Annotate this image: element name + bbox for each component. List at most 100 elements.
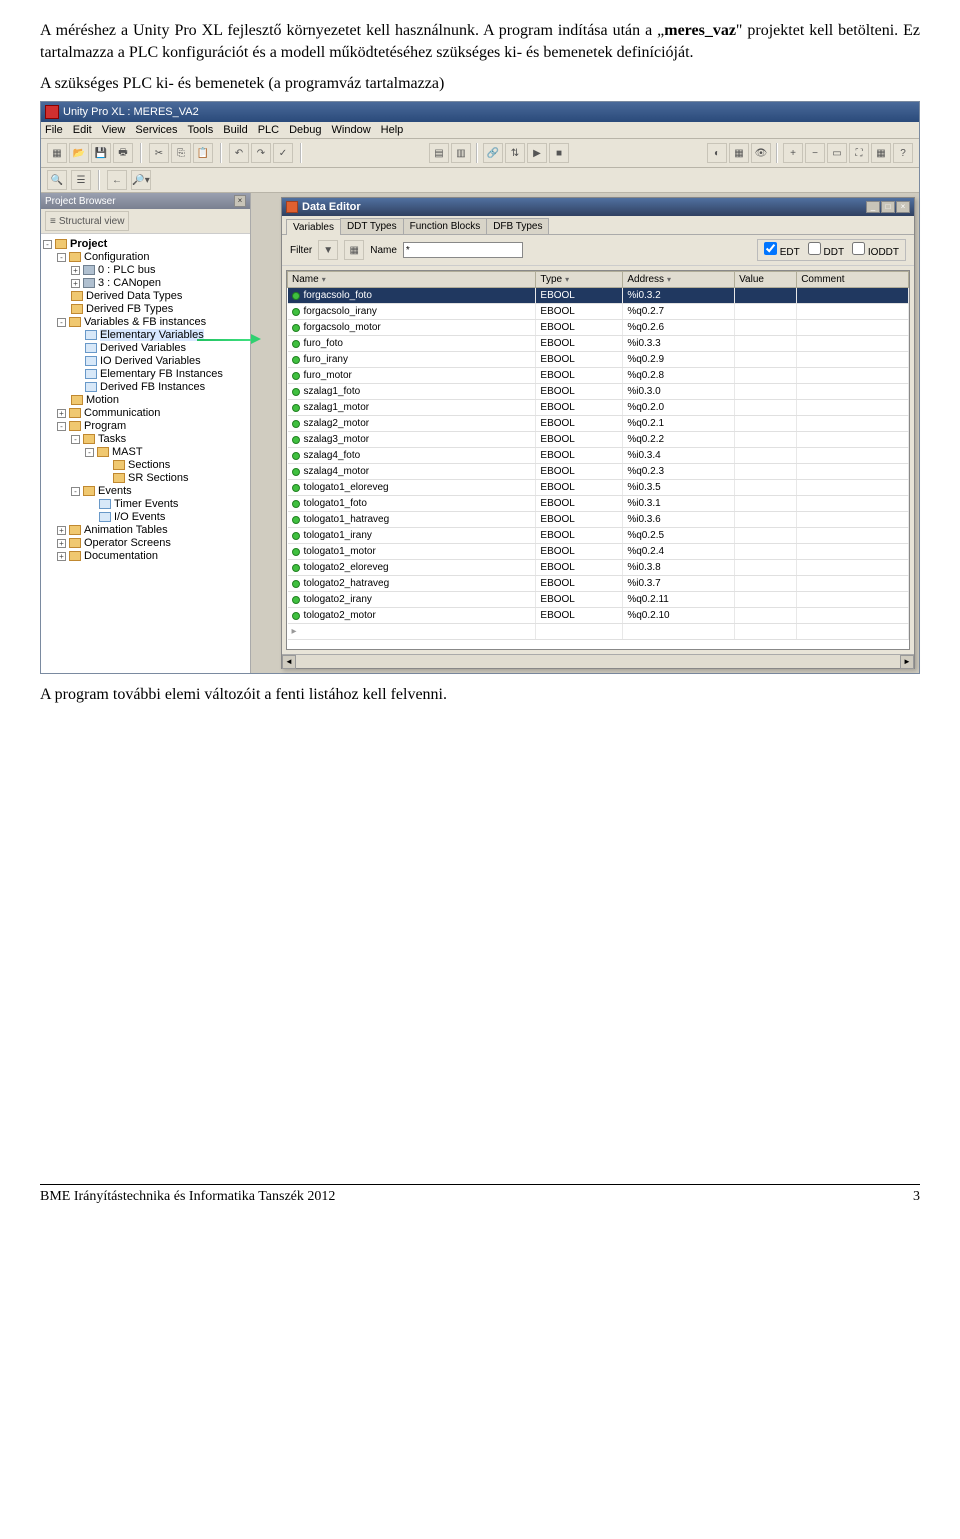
tree-item-derived-fb-types[interactable]: Derived FB Types (43, 303, 248, 316)
grid-horizontal-scrollbar[interactable]: ◄ ► (282, 654, 914, 668)
tab-dfb-types[interactable]: DFB Types (486, 218, 549, 234)
tab-function-blocks[interactable]: Function Blocks (403, 218, 488, 234)
col-address[interactable]: Address▾ (623, 272, 735, 288)
variable-row[interactable]: szalag2_motorEBOOL%q0.2.1 (288, 416, 909, 432)
col-value[interactable]: Value (735, 272, 797, 288)
variables-grid[interactable]: Name▾Type▾Address▾ValueComment forgacsol… (286, 270, 910, 650)
tb-anim[interactable]: ◐ (707, 143, 727, 163)
variable-row[interactable]: szalag4_motorEBOOL%q0.2.3 (288, 464, 909, 480)
tree-item-sr-sections[interactable]: SR Sections (43, 472, 248, 485)
de-maximize[interactable]: □ (881, 201, 895, 213)
tab-variables[interactable]: Variables (286, 219, 341, 235)
second-toolbar[interactable]: 🔍 ☰ ← 🔎▾ (41, 168, 919, 193)
tb-full[interactable]: ⛶ (849, 143, 869, 163)
col-name[interactable]: Name▾ (288, 272, 536, 288)
variable-row[interactable]: tologato1_fotoEBOOL%i0.3.1 (288, 496, 909, 512)
tree-item-derived-fb-instances[interactable]: Derived FB Instances (43, 381, 248, 394)
variable-row[interactable]: szalag1_motorEBOOL%q0.2.0 (288, 400, 909, 416)
tree-item-0-plc-bus[interactable]: +0 : PLC bus (43, 264, 248, 277)
variable-row[interactable]: forgacsolo_iranyEBOOL%q0.2.7 (288, 304, 909, 320)
variable-row[interactable]: tologato1_hatravegEBOOL%i0.3.6 (288, 512, 909, 528)
main-toolbar[interactable]: ▦ 📂 💾 🖶 ✂ ⎘ 📋 ↶ ↷ ✓ ▤ ▥ 🔗 (41, 139, 919, 168)
project-browser-titlebar[interactable]: Project Browser × (41, 193, 250, 209)
tb-save[interactable]: 💾 (91, 143, 111, 163)
tree-item-3-canopen[interactable]: +3 : CANopen (43, 277, 248, 290)
tb-grid[interactable]: ▦ (871, 143, 891, 163)
tree-item-configuration[interactable]: -Configuration (43, 251, 248, 264)
menu-help[interactable]: Help (381, 124, 404, 136)
tb-open[interactable]: 📂 (69, 143, 89, 163)
tb-validate[interactable]: ✓ (273, 143, 293, 163)
tree-item-derived-data-types[interactable]: Derived Data Types (43, 290, 248, 303)
tb-rebuild[interactable]: ▥ (451, 143, 471, 163)
tree-item-operator-screens[interactable]: +Operator Screens (43, 537, 248, 550)
variable-row[interactable]: szalag1_fotoEBOOL%i0.3.0 (288, 384, 909, 400)
tb-paste[interactable]: 📋 (193, 143, 213, 163)
tb-find[interactable]: 🔍 (47, 170, 67, 190)
tb-connect[interactable]: 🔗 (483, 143, 503, 163)
scroll-right-button[interactable]: ► (900, 655, 914, 669)
tb-copy[interactable]: ⎘ (171, 143, 191, 163)
scroll-left-button[interactable]: ◄ (282, 655, 296, 669)
variable-row[interactable]: tologato1_iranyEBOOL%q0.2.5 (288, 528, 909, 544)
tb-cut[interactable]: ✂ (149, 143, 169, 163)
tb-stop[interactable]: ■ (549, 143, 569, 163)
tb-redo[interactable]: ↷ (251, 143, 271, 163)
filter-expand-icon[interactable]: ▦ (344, 240, 364, 260)
menu-services[interactable]: Services (135, 124, 177, 136)
tb-zoom-in[interactable]: + (783, 143, 803, 163)
tree-root[interactable]: -Project (43, 238, 248, 251)
de-close[interactable]: × (896, 201, 910, 213)
tree-item-variables-fb-instances[interactable]: -Variables & FB instances (43, 316, 248, 329)
tab-ddt-types[interactable]: DDT Types (340, 218, 404, 234)
variable-row[interactable]: furo_motorEBOOL%q0.2.8 (288, 368, 909, 384)
variable-row[interactable]: tologato1_elorevegEBOOL%i0.3.5 (288, 480, 909, 496)
variable-row[interactable]: forgacsolo_motorEBOOL%q0.2.6 (288, 320, 909, 336)
menu-edit[interactable]: Edit (73, 124, 92, 136)
tb-undo[interactable]: ↶ (229, 143, 249, 163)
menu-build[interactable]: Build (223, 124, 247, 136)
project-browser-toolbar[interactable]: ≡Structural view (41, 209, 250, 234)
data-editor-tabs[interactable]: VariablesDDT TypesFunction BlocksDFB Typ… (282, 216, 914, 235)
menu-tools[interactable]: Tools (188, 124, 214, 136)
tb-fit[interactable]: ▭ (827, 143, 847, 163)
project-browser-close[interactable]: × (234, 195, 246, 207)
variable-row[interactable]: tologato2_iranyEBOOL%q0.2.11 (288, 592, 909, 608)
tb-table[interactable]: ▦ (729, 143, 749, 163)
tb-print[interactable]: 🖶 (113, 143, 133, 163)
variable-row[interactable]: furo_iranyEBOOL%q0.2.9 (288, 352, 909, 368)
structural-view-button[interactable]: ≡Structural view (45, 211, 129, 231)
tb-run[interactable]: ▶ (527, 143, 547, 163)
tb-zoom-out[interactable]: − (805, 143, 825, 163)
tree-item-elementary-fb-instances[interactable]: Elementary FB Instances (43, 368, 248, 381)
tb-new[interactable]: ▦ (47, 143, 67, 163)
tree-item-timer-events[interactable]: Timer Events (43, 498, 248, 511)
tree-item-sections[interactable]: Sections (43, 459, 248, 472)
variable-row[interactable]: tologato1_motorEBOOL%q0.2.4 (288, 544, 909, 560)
filter-funnel-icon[interactable]: ▼ (318, 240, 338, 260)
variable-row[interactable]: szalag4_fotoEBOOL%i0.3.4 (288, 448, 909, 464)
tree-item-animation-tables[interactable]: +Animation Tables (43, 524, 248, 537)
tree-item-motion[interactable]: Motion (43, 394, 248, 407)
tb-bookmark[interactable]: ☰ (71, 170, 91, 190)
check-edt[interactable]: EDT (764, 242, 800, 258)
tree-item-documentation[interactable]: +Documentation (43, 550, 248, 563)
menu-debug[interactable]: Debug (289, 124, 321, 136)
tree-item-io-derived-variables[interactable]: IO Derived Variables (43, 355, 248, 368)
menu-file[interactable]: File (45, 124, 63, 136)
tb-watch[interactable]: 👁 (751, 143, 771, 163)
tb-nav-back[interactable]: ← (107, 170, 127, 190)
variable-row[interactable]: tologato2_hatravegEBOOL%i0.3.7 (288, 576, 909, 592)
tree-item-mast[interactable]: -MAST (43, 446, 248, 459)
tb-help[interactable]: ? (893, 143, 913, 163)
menu-view[interactable]: View (102, 124, 126, 136)
variable-row[interactable]: forgacsolo_fotoEBOOL%i0.3.2 (288, 288, 909, 304)
variable-row[interactable]: tologato2_elorevegEBOOL%i0.3.8 (288, 560, 909, 576)
tree-item-i-o-events[interactable]: I/O Events (43, 511, 248, 524)
window-titlebar[interactable]: Unity Pro XL : MERES_VA2 (41, 102, 919, 122)
de-minimize[interactable]: _ (866, 201, 880, 213)
tb-transfer[interactable]: ⇅ (505, 143, 525, 163)
filter-name-input[interactable] (403, 242, 523, 258)
variable-row[interactable]: tologato2_motorEBOOL%q0.2.10 (288, 608, 909, 624)
check-ddt[interactable]: DDT (808, 242, 844, 258)
